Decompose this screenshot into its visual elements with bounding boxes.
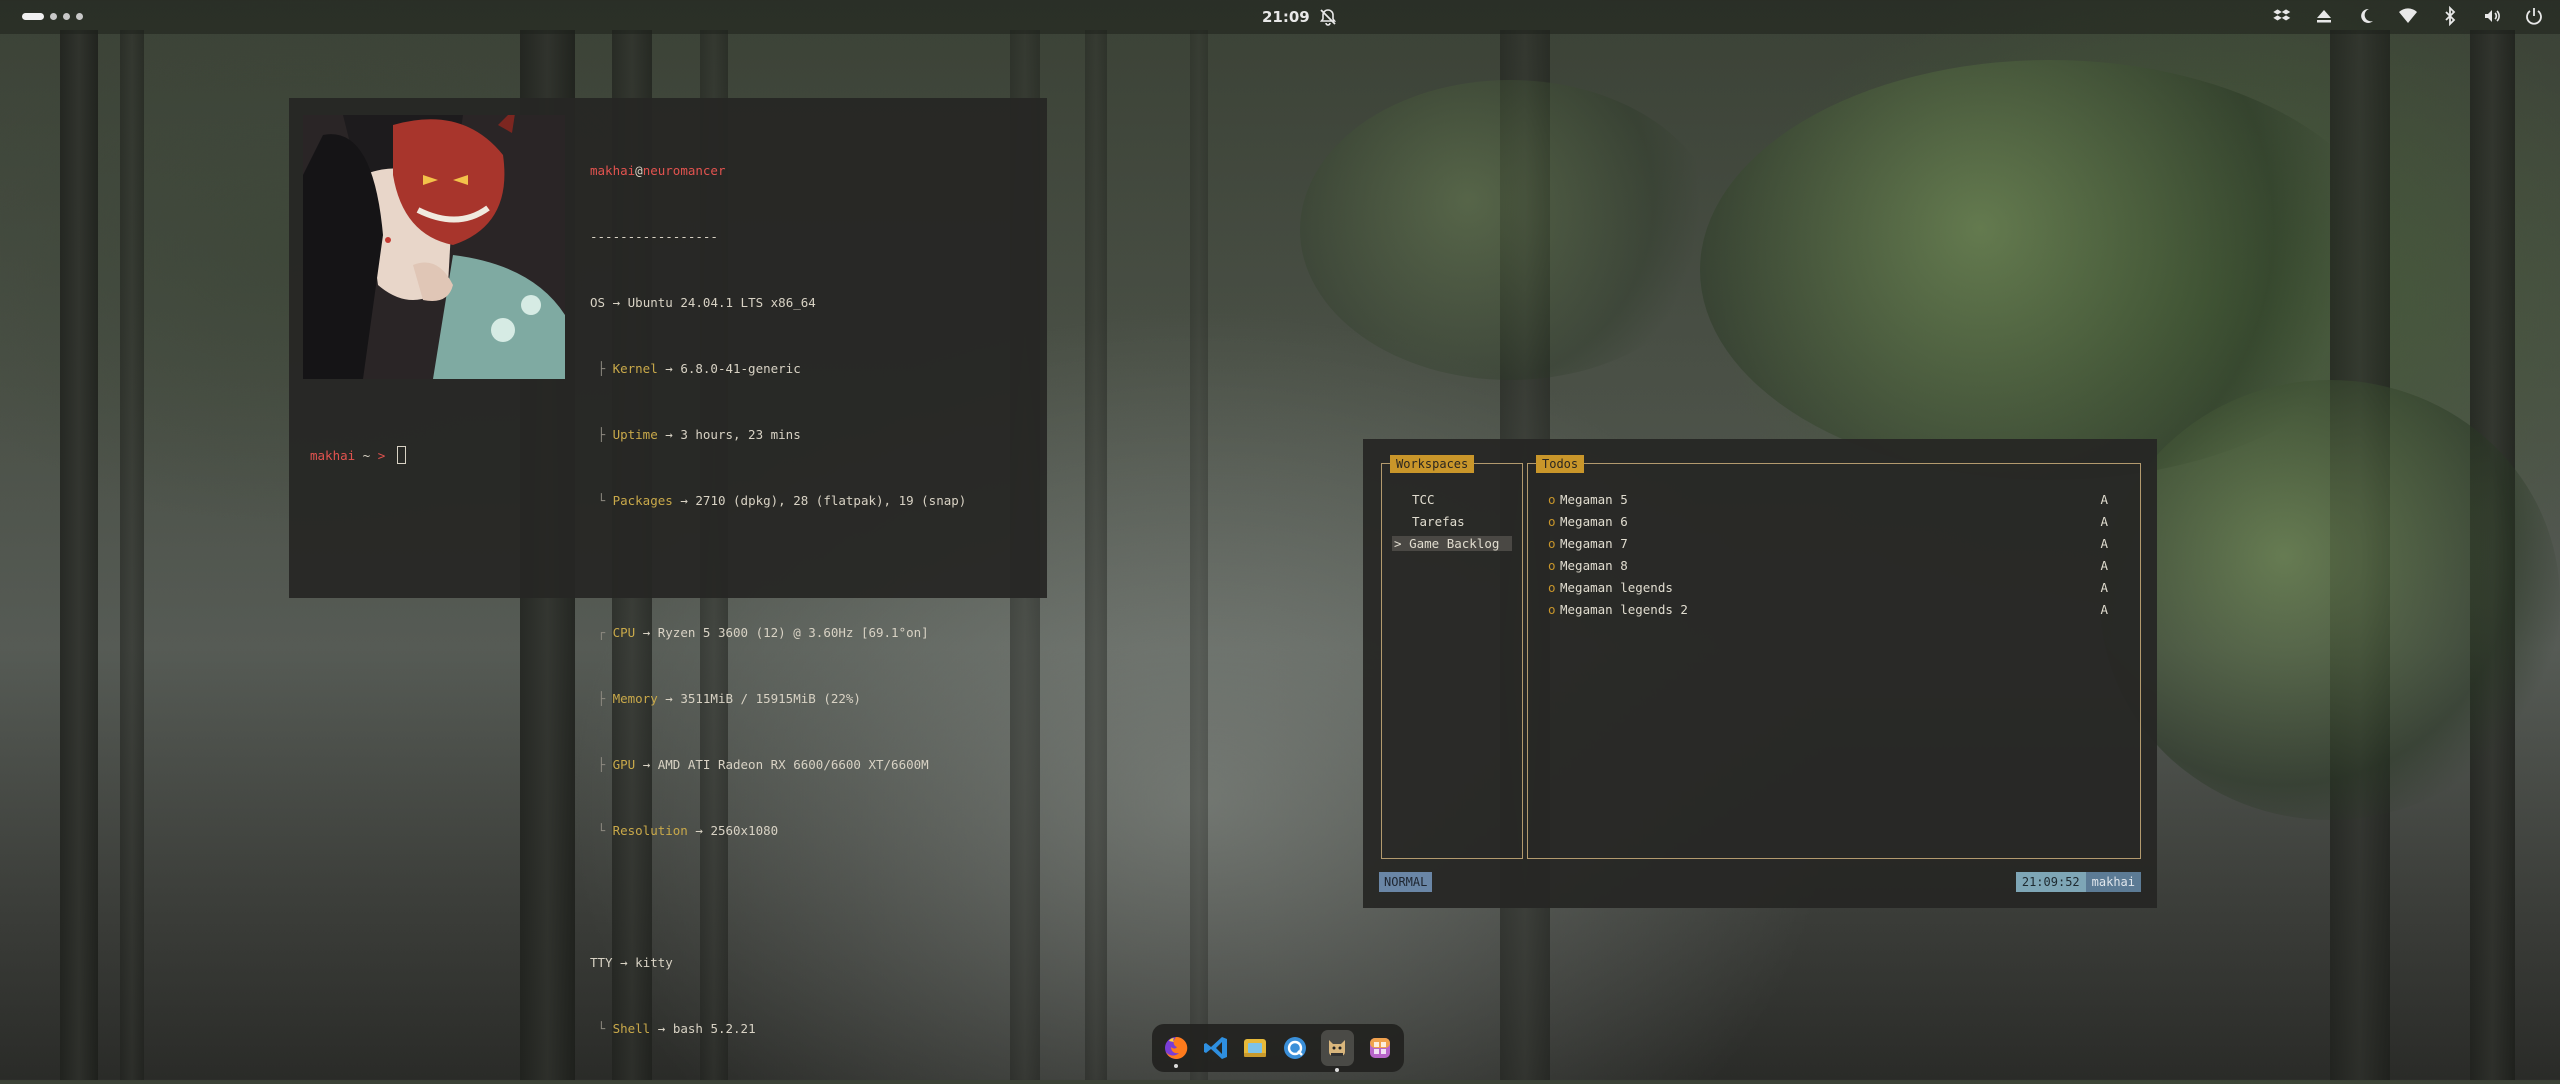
resolution-line: └ Resolution → 2560x1080 (590, 823, 779, 838)
todo-item[interactable]: o Megaman 5A (1548, 492, 2108, 507)
app-grid-icon[interactable] (1366, 1034, 1394, 1062)
todo-item[interactable]: o Megaman 6A (1548, 514, 2108, 529)
power-icon[interactable] (2524, 6, 2544, 26)
workspace-dot[interactable] (76, 13, 83, 20)
eject-icon[interactable] (2314, 6, 2334, 26)
chat-icon[interactable] (1281, 1034, 1309, 1062)
workspace-dot[interactable] (50, 13, 57, 20)
volume-icon[interactable] (2482, 6, 2502, 26)
mode-indicator: NORMAL (1379, 872, 1433, 892)
shell-prompt[interactable]: makhai ~ > (310, 446, 406, 464)
firefox-icon[interactable] (1162, 1034, 1190, 1068)
workspace-item-tarefas[interactable]: Tarefas (1412, 514, 1465, 529)
workspace-item-game-backlog[interactable]: > Game Backlog (1392, 536, 1512, 551)
packages-line: └ Packages → 2710 (dpkg), 28 (flatpak), … (590, 493, 967, 508)
separator-line: ----------------- (590, 229, 718, 244)
status-user: makhai (2085, 872, 2141, 892)
shell-line: └ Shell → bash 5.2.21 (590, 1021, 756, 1036)
workspace-dot[interactable] (63, 13, 70, 20)
todo-terminal-window[interactable]: Workspaces TCC Tarefas > Game Backlog To… (1363, 439, 2157, 908)
dropbox-icon[interactable] (2272, 6, 2292, 26)
todo-item[interactable]: o Megaman legends 2A (1548, 602, 2108, 617)
vscode-icon[interactable] (1202, 1034, 1230, 1062)
status-bar-right: 21:09:52 makhai (2015, 872, 2141, 892)
cpu-line: ┌ CPU → Ryzen 5 3600 (12) @ 3.60Hz [69.1… (590, 625, 929, 640)
text-cursor (396, 446, 406, 464)
fetch-terminal-window[interactable]: makhai@neuromancer ----------------- OS … (289, 98, 1047, 1036)
dock (1152, 1024, 1404, 1072)
todo-item[interactable]: o Megaman 7A (1548, 536, 2108, 551)
workspace-item-tcc[interactable]: TCC (1412, 492, 1435, 507)
workspace-indicator[interactable] (22, 13, 83, 20)
files-icon[interactable] (1241, 1034, 1269, 1062)
system-info: makhai@neuromancer ----------------- OS … (590, 116, 966, 1084)
night-light-icon[interactable] (2356, 6, 2376, 26)
active-workspace-dot[interactable] (22, 13, 44, 20)
todo-item[interactable]: o Megaman 8A (1548, 558, 2108, 573)
notifications-off-icon[interactable] (1318, 7, 1338, 27)
tty-line: TTY → kitty (590, 955, 673, 970)
todo-item[interactable]: o Megaman legends A (1548, 580, 2108, 595)
os-line: OS → Ubuntu 24.04.1 LTS x86_64 (590, 295, 816, 310)
clock[interactable]: 21:09 (1262, 8, 1310, 26)
memory-line: ├ Memory → 3511MiB / 15915MiB (22%) (590, 691, 861, 706)
uptime-line: ├ Uptime → 3 hours, 23 mins (590, 427, 801, 442)
user-host-line: makhai@neuromancer (590, 163, 726, 178)
workspaces-title: Workspaces (1390, 455, 1475, 473)
workspaces-panel[interactable]: Workspaces TCC Tarefas > Game Backlog (1381, 455, 1523, 859)
todos-panel[interactable]: Todos o Megaman 5A o Megaman 6A o Megaman 7… (1527, 455, 2141, 859)
anime-portrait-image (303, 115, 565, 379)
status-time: 21:09:52 (2015, 872, 2086, 892)
gpu-line: ├ GPU → AMD ATI Radeon RX 6600/6600 XT/6… (590, 757, 929, 772)
system-tray (2272, 6, 2544, 26)
terminal-cat-icon[interactable] (1320, 1030, 1355, 1072)
bluetooth-icon[interactable] (2440, 6, 2460, 26)
top-bar: 21:09 (0, 0, 2560, 34)
wifi-icon[interactable] (2398, 6, 2418, 26)
kernel-line: ├ Kernel → 6.8.0-41-generic (590, 361, 801, 376)
todos-title: Todos (1536, 455, 1585, 473)
